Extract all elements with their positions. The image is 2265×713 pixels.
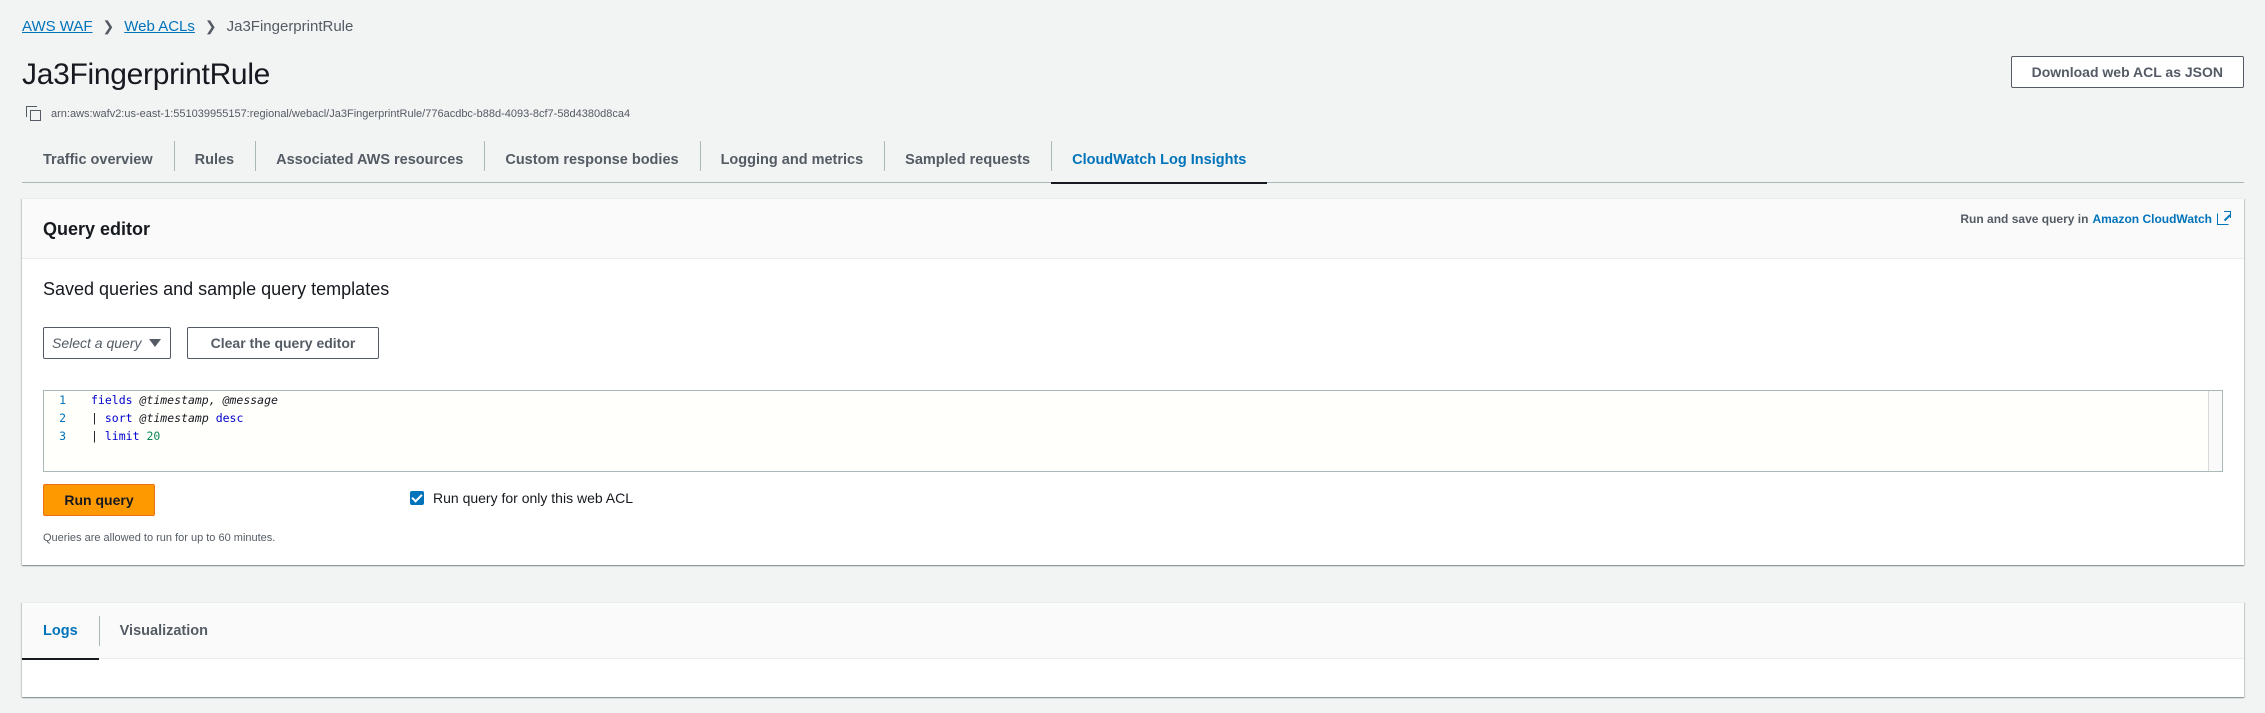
run-query-button[interactable]: Run query [43, 484, 155, 516]
code-line: 2 | sort @timestamp desc [44, 409, 243, 427]
breadcrumb-item-aws-waf[interactable]: AWS WAF [22, 18, 93, 35]
arn-text: arn:aws:wafv2:us-east-1:551039955157:reg… [51, 108, 631, 120]
tab-traffic-overview[interactable]: Traffic overview [22, 138, 174, 182]
code-field: @timestamp [139, 411, 209, 425]
amazon-cloudwatch-link[interactable]: Amazon CloudWatch [2092, 212, 2212, 226]
results-tab-bar: Logs Visualization [22, 603, 2244, 660]
external-link-icon[interactable] [2217, 211, 2231, 225]
code-keyword: fields [91, 393, 133, 407]
code-keyword: desc [215, 411, 244, 425]
run-only-this-acl-option[interactable]: Run query for only this web ACL [410, 490, 633, 506]
run-save-query-text: Run and save query in Amazon CloudWatch [1960, 211, 2231, 226]
query-editor-header: Query editor Run and save query in Amazo… [22, 199, 2244, 259]
code-line: 3 | limit 20 [44, 427, 160, 445]
run-only-this-acl-checkbox[interactable] [410, 491, 424, 505]
results-panel: Logs Visualization [22, 602, 2244, 697]
clear-query-editor-button[interactable]: Clear the query editor [187, 327, 379, 359]
query-editor-panel: Query editor Run and save query in Amazo… [22, 198, 2244, 565]
breadcrumb-item-web-acls[interactable]: Web ACLs [124, 18, 195, 35]
tab-logs[interactable]: Logs [22, 603, 99, 660]
code-line: 1 fields @timestamp, @message [44, 391, 278, 409]
run-only-this-acl-label: Run query for only this web ACL [433, 490, 633, 506]
page-title: Ja3FingerprintRule [22, 58, 271, 91]
chevron-right-icon: ❯ [102, 17, 115, 34]
download-web-acl-json-button[interactable]: Download web ACL as JSON [2010, 56, 2244, 88]
editor-scrollbar[interactable] [2208, 391, 2222, 471]
run-save-prefix: Run and save query in [1960, 212, 2089, 226]
arn-row: arn:aws:wafv2:us-east-1:551039955157:reg… [26, 106, 630, 122]
query-time-hint: Queries are allowed to run for up to 60 … [43, 532, 276, 544]
tab-visualization[interactable]: Visualization [98, 603, 229, 659]
line-number: 2 [59, 411, 66, 425]
code-keyword: limit [104, 429, 140, 443]
copy-icon[interactable] [26, 106, 42, 122]
caret-down-icon [149, 339, 161, 347]
query-editor-title: Query editor [43, 219, 151, 239]
saved-queries-title: Saved queries and sample query templates [43, 279, 390, 299]
line-number: 1 [59, 393, 66, 407]
line-number: 3 [59, 429, 66, 443]
select-query-placeholder: Select a query [52, 335, 142, 351]
tab-associated-aws-resources[interactable]: Associated AWS resources [255, 138, 484, 182]
select-query-dropdown[interactable]: Select a query [43, 327, 171, 359]
code-fields: @timestamp, @message [139, 393, 278, 407]
tab-sampled-requests[interactable]: Sampled requests [884, 138, 1051, 182]
tab-cloudwatch-log-insights[interactable]: CloudWatch Log Insights [1051, 138, 1268, 184]
chevron-right-icon: ❯ [204, 17, 217, 34]
code-pipe: | [91, 429, 98, 443]
tab-rules[interactable]: Rules [173, 138, 256, 182]
code-number: 20 [146, 429, 161, 443]
query-code-editor[interactable]: 1 fields @timestamp, @message 2 | sort @… [43, 390, 2223, 472]
breadcrumb-current: Ja3FingerprintRule [226, 17, 354, 35]
tab-logging-and-metrics[interactable]: Logging and metrics [699, 138, 885, 182]
tab-bar: Traffic overview Rules Associated AWS re… [22, 138, 2244, 184]
tab-custom-response-bodies[interactable]: Custom response bodies [484, 138, 699, 182]
code-pipe: | [91, 411, 98, 425]
code-keyword: sort [104, 411, 133, 425]
breadcrumb: AWS WAF ❯ Web ACLs ❯ Ja3FingerprintRule [22, 16, 353, 36]
